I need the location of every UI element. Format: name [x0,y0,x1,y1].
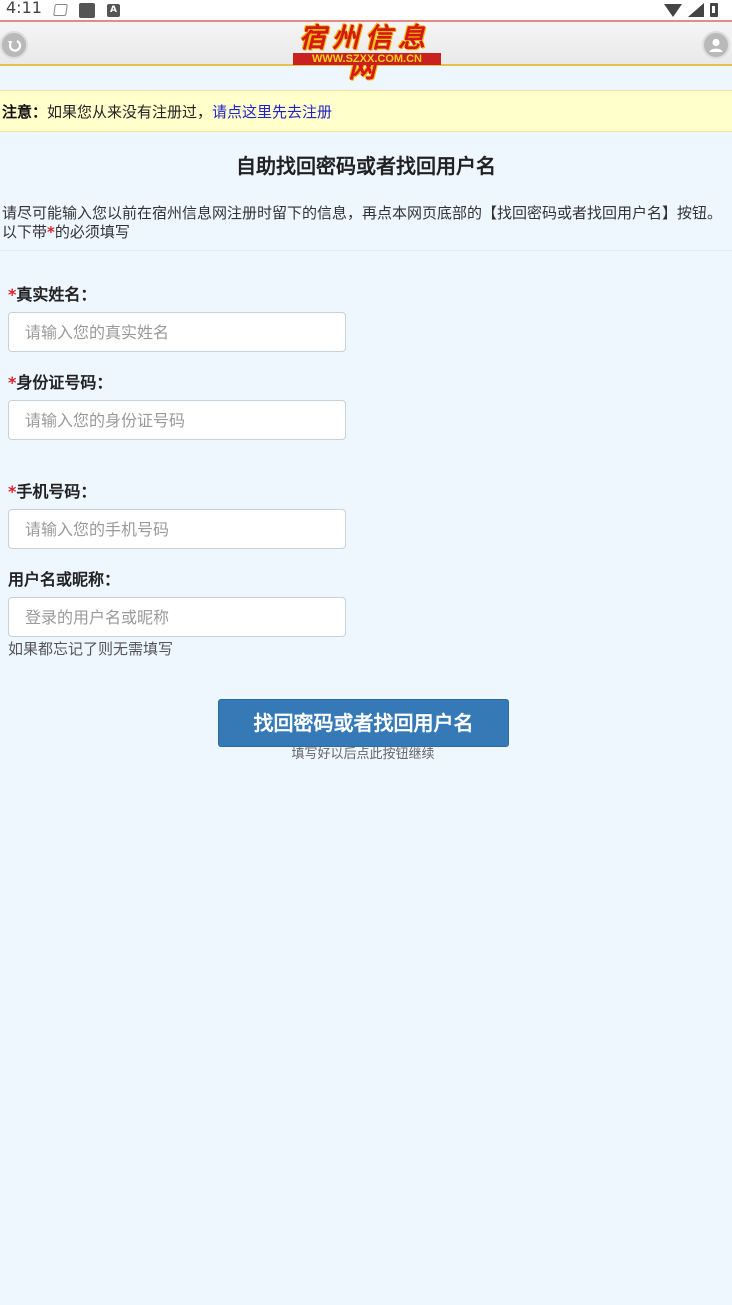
register-link[interactable]: 请点这里先去注册 [212,103,332,121]
username-label: 用户名或昵称： [8,570,121,589]
page-title: 自助找回密码或者找回用户名 [236,154,496,178]
back-arrow-icon [8,39,22,52]
id-number-input[interactable] [8,400,346,440]
intro-text: 请尽可能输入您以前在宿州信息网注册时留下的信息，再点本网页底部的【找回密码或者找… [2,204,723,241]
sim-card-icon [53,4,68,16]
real-name-input[interactable] [8,312,346,352]
username-hint: 如果都忘记了则无需填写 [8,640,174,658]
status-bar: 4:11 A [0,0,732,20]
id-number-label: *身份证号码： [8,373,113,392]
app-notification-icon: A [107,3,120,17]
site-header: 宿州信息网 WWW.SZXX.COM.CN [0,20,732,84]
user-avatar-icon [709,38,723,52]
site-logo[interactable]: 宿州信息网 WWW.SZXX.COM.CN [285,24,445,84]
divider [0,250,732,251]
phone-label: *手机号码： [8,482,97,501]
cell-signal-icon [688,3,704,17]
notice-bar: 注意：如果您从来没有注册过，请点这里先去注册 [0,90,732,132]
submit-hint: 填写好以后点此按钮继续 [291,747,435,762]
phone-input[interactable] [8,509,346,549]
username-input[interactable] [8,597,346,637]
status-icons-right [664,0,718,20]
status-time: 4:11 [6,0,42,17]
notice-text: 如果您从来没有注册过， [47,103,213,121]
wifi-icon [664,3,682,17]
recover-account-button[interactable]: 找回密码或者找回用户名 [218,699,509,747]
real-name-label: *真实姓名： [8,285,97,304]
notice-label: 注意： [2,103,48,121]
status-icons-left: A [53,0,120,20]
notification-icon [79,2,95,18]
logo-url: WWW.SZXX.COM.CN [293,53,441,65]
back-button[interactable] [0,31,28,59]
battery-icon [710,3,718,17]
user-button[interactable] [702,31,730,59]
